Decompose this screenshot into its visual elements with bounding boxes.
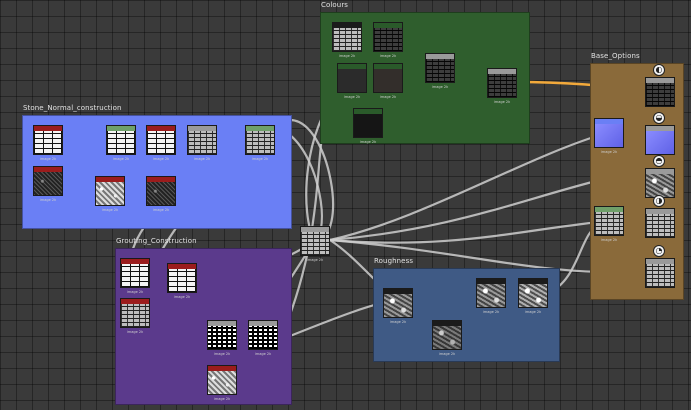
node-caption: image 2k (101, 208, 119, 212)
node-rough-4[interactable]: image 2k (518, 278, 548, 314)
node-caption: image 2k (379, 54, 397, 58)
node-grout-noise[interactable]: image 2k (207, 365, 237, 401)
node-caption: image 2k (524, 310, 542, 314)
node-stone-bricks[interactable]: image 2k (33, 125, 63, 161)
node-caption: image 2k (126, 330, 144, 334)
node-rough-2[interactable]: image 2k (432, 320, 462, 356)
node-caption: image 2k (379, 95, 397, 99)
node-colour-bricks[interactable]: image 2k (332, 22, 362, 58)
node-stone-gray[interactable]: image 2k (187, 125, 217, 161)
node-caption: image 2k (482, 310, 500, 314)
node-caption: image 2k (213, 397, 231, 401)
node-caption: image 2k (173, 295, 191, 299)
node-caption: image 2k (39, 157, 57, 161)
node-caption: image 2k (359, 140, 377, 144)
node-base-gray[interactable]: image 2k (594, 206, 624, 242)
gamma-icon: ◐ (653, 64, 665, 76)
node-caption: image 2k (431, 85, 449, 89)
normal-icon: ◒ (653, 112, 665, 124)
node-caption: image 2k (39, 198, 57, 202)
node-stone-noise-3[interactable]: image 2k (146, 176, 176, 212)
node-caption: image 2k (126, 290, 144, 294)
node-colour-dark-bricks[interactable]: image 2k (373, 22, 403, 58)
frame-title-grouting: Grouting_Construction (116, 237, 197, 245)
node-caption: image 2k (600, 150, 618, 154)
node-grout-mask-2[interactable]: image 2k (248, 320, 278, 356)
node-output-basecolor[interactable]: ◐ (645, 64, 675, 107)
frame-title-base-options: Base_Options (591, 52, 640, 60)
node-caption: image 2k (389, 320, 407, 324)
node-stone-normal-out[interactable]: image 2k (245, 125, 275, 161)
frame-title-colours: Colours (321, 1, 349, 9)
node-caption: image 2k (343, 95, 361, 99)
node-stone-noise[interactable]: image 2k (33, 166, 63, 202)
node-grout-bricks-2[interactable]: image 2k (167, 263, 197, 299)
node-output-height[interactable]: ◔ (645, 245, 675, 288)
node-grout-gray[interactable]: image 2k (120, 298, 150, 334)
node-colour-solid-b[interactable]: image 2k (373, 63, 403, 99)
node-output-normal[interactable]: ◒ (645, 112, 675, 155)
node-colour-blend-2[interactable]: image 2k (487, 68, 517, 104)
node-stone-bricks-2[interactable]: image 2k (106, 125, 136, 161)
node-caption: image 2k (306, 258, 324, 262)
node-rough-3[interactable]: image 2k (476, 278, 506, 314)
node-colour-solid-a[interactable]: image 2k (337, 63, 367, 99)
node-caption: image 2k (193, 157, 211, 161)
node-colour-black[interactable]: image 2k (353, 108, 383, 144)
roughness-icon: ◓ (653, 155, 665, 167)
height-icon: ◔ (653, 245, 665, 257)
node-grout-mask-1[interactable]: image 2k (207, 320, 237, 356)
node-grout-bricks[interactable]: image 2k (120, 258, 150, 294)
node-caption: image 2k (254, 352, 272, 356)
node-caption: image 2k (493, 100, 511, 104)
node-caption: image 2k (152, 157, 170, 161)
node-caption: image 2k (213, 352, 231, 356)
metallic-icon: ◑ (653, 195, 665, 207)
node-rough-1[interactable]: image 2k (383, 288, 413, 324)
node-caption: image 2k (338, 54, 356, 58)
frame-title-roughness: Roughness (374, 257, 414, 265)
node-stone-noise-2[interactable]: image 2k (95, 176, 125, 212)
node-caption: image 2k (251, 157, 269, 161)
node-caption: image 2k (112, 157, 130, 161)
node-central-hub[interactable]: image 2k (300, 226, 330, 262)
frame-title-stone-normal: Stone_Normal_construction (23, 104, 122, 112)
node-caption: image 2k (152, 208, 170, 212)
node-output-roughness[interactable]: ◓ (645, 155, 675, 198)
node-stone-bricks-3[interactable]: image 2k (146, 125, 176, 161)
node-base-blue[interactable]: image 2k (594, 118, 624, 154)
node-caption: image 2k (438, 352, 456, 356)
node-colour-blend-1[interactable]: image 2k (425, 53, 455, 89)
node-caption: image 2k (600, 238, 618, 242)
node-output-metallic[interactable]: ◑ (645, 195, 675, 238)
